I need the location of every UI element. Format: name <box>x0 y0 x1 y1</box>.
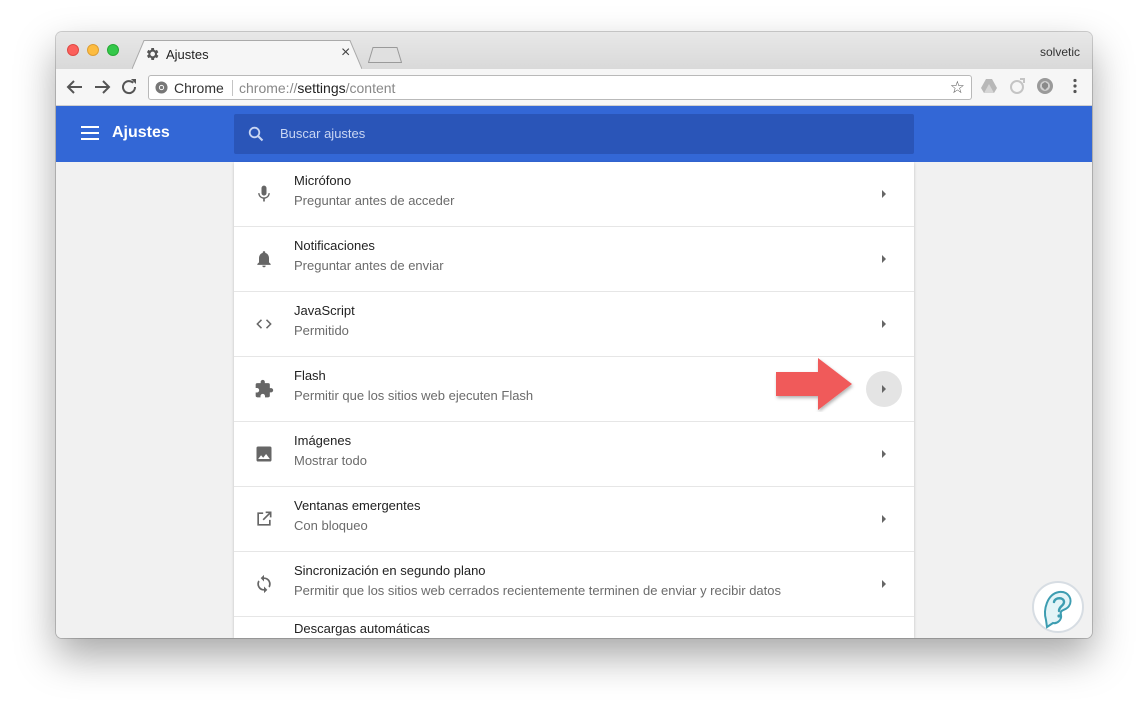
setting-subtitle: Preguntar antes de acceder <box>294 193 455 208</box>
setting-title: Imágenes <box>294 433 352 448</box>
address-bar[interactable]: Chrome chrome://settings/content ☆ <box>148 75 972 100</box>
setting-row-background-sync[interactable]: Sincronización en segundo plano Permitir… <box>234 552 914 617</box>
image-icon <box>256 446 272 462</box>
setting-title: Micrófono <box>294 173 352 188</box>
forward-arrow-icon[interactable] <box>91 76 113 98</box>
search-placeholder: Buscar ajustes <box>280 126 366 141</box>
omnibox-separator <box>232 80 233 96</box>
minimize-window-button[interactable] <box>87 44 99 56</box>
setting-title: Sincronización en segundo plano <box>294 563 486 578</box>
shield-extension-icon[interactable] <box>1036 77 1054 95</box>
reload-icon[interactable] <box>118 76 140 98</box>
back-arrow-icon[interactable] <box>64 76 86 98</box>
settings-header: Ajustes Buscar ajustes <box>56 106 1092 162</box>
setting-row-popups[interactable]: Ventanas emergentes Con bloqueo <box>234 487 914 552</box>
new-tab-button[interactable] <box>368 47 402 63</box>
setting-row-images[interactable]: Imágenes Mostrar todo <box>234 422 914 487</box>
setting-subtitle: Permitir que los sitios web ejecuten Fla… <box>294 388 534 403</box>
url-prefix: chrome:// <box>239 80 298 96</box>
chevron-right-icon[interactable] <box>880 189 888 199</box>
code-icon <box>256 319 272 329</box>
setting-subtitle: Preguntar antes de enviar <box>294 258 444 273</box>
flash-open-button[interactable] <box>866 371 902 407</box>
download-icon <box>254 637 274 638</box>
setting-title: JavaScript <box>294 303 355 318</box>
tab-title: Ajustes <box>166 47 209 62</box>
bookmark-star-icon[interactable]: ☆ <box>950 78 965 98</box>
browser-toolbar: Chrome chrome://settings/content ☆ <box>56 69 1092 106</box>
setting-title: Descargas automáticas <box>294 621 430 636</box>
callout-arrow-icon <box>776 358 852 410</box>
setting-row-notifications[interactable]: Notificaciones Preguntar antes de enviar <box>234 227 914 292</box>
tab-close-icon[interactable]: × <box>341 44 350 62</box>
more-vert-icon[interactable] <box>1066 77 1084 95</box>
chrome-icon <box>155 81 168 94</box>
url-host: settings <box>297 80 346 96</box>
menu-icon[interactable] <box>81 126 99 140</box>
omnibox-url[interactable]: chrome://settings/content <box>239 80 395 96</box>
title-bar: Ajustes × solvetic <box>56 32 1092 69</box>
open-in-new-icon <box>257 511 272 526</box>
puzzle-icon <box>255 379 274 398</box>
bell-icon <box>257 251 271 268</box>
zoom-window-button[interactable] <box>107 44 119 56</box>
page-title: Ajustes <box>112 124 170 141</box>
setting-title: Ventanas emergentes <box>294 498 421 513</box>
browser-window: Ajustes × solvetic Chrome chrome://setti… <box>56 32 1092 638</box>
search-icon <box>248 126 264 142</box>
profile-name[interactable]: solvetic <box>1040 45 1080 59</box>
gear-icon <box>146 48 159 60</box>
setting-title: Flash <box>294 368 326 383</box>
setting-row-javascript[interactable]: JavaScript Permitido <box>234 292 914 357</box>
drive-extension-icon[interactable] <box>980 77 998 95</box>
omnibox-scheme-label: Chrome <box>174 80 224 96</box>
setting-row-microphone[interactable]: Micrófono Preguntar antes de acceder <box>234 162 914 227</box>
close-window-button[interactable] <box>67 44 79 56</box>
setting-subtitle: Mostrar todo <box>294 453 367 468</box>
setting-subtitle: Permitir que los sitios web cerrados rec… <box>294 583 781 598</box>
setting-row-automatic-downloads[interactable]: Descargas automáticas <box>234 617 914 638</box>
chevron-right-icon[interactable] <box>880 514 888 524</box>
setting-title: Notificaciones <box>294 238 375 253</box>
chevron-right-icon <box>882 385 886 393</box>
chevron-right-icon[interactable] <box>880 579 888 589</box>
search-input[interactable]: Buscar ajustes <box>234 114 914 154</box>
chevron-right-icon[interactable] <box>880 254 888 264</box>
setting-subtitle: Permitido <box>294 323 349 338</box>
chevron-right-icon[interactable] <box>880 319 888 329</box>
setting-subtitle: Con bloqueo <box>294 518 368 533</box>
solvetic-logo-icon <box>1032 581 1084 633</box>
chevron-right-icon[interactable] <box>880 449 888 459</box>
url-path: /content <box>345 80 396 96</box>
sync-icon <box>257 574 271 594</box>
microphone-icon <box>258 185 270 202</box>
extension-icon[interactable] <box>1008 77 1026 95</box>
